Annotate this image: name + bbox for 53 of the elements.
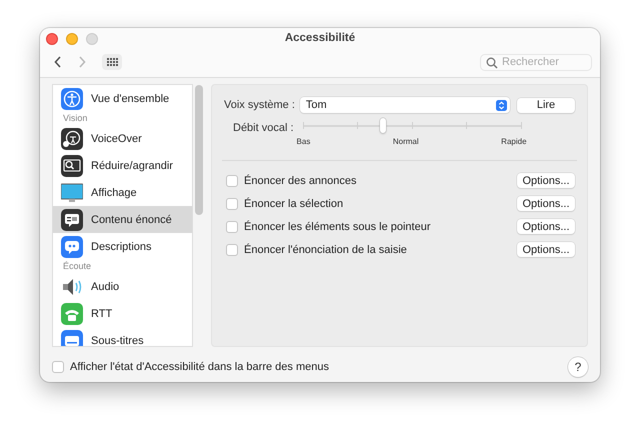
app-icon [61,182,83,204]
section-header: Écoute [62,260,92,273]
checkbox[interactable] [226,244,238,256]
zoom-button[interactable] [86,32,98,44]
checkbox[interactable] [226,198,238,210]
app-icon [61,208,83,230]
checkbox-label: Énoncer l'énonciation de la saisie [244,244,408,256]
voice-dropdown[interactable]: Tom [300,97,510,113]
app-icon [61,128,83,150]
back-icon [54,56,62,68]
sidebar-item[interactable]: Descriptions [53,233,192,260]
options-button[interactable]: Options... [517,173,575,188]
app-icon [61,236,83,258]
app-icon [61,154,83,176]
checkbox-label: Afficher l'état d'Accessibilité dans la barre des menus [70,361,330,373]
tick-label: Normal [392,137,419,146]
checkbox-label: Énoncer des annonces [244,174,358,186]
stepper-icon [496,100,507,110]
sidebar-item[interactable]: Sous-titres [53,327,192,346]
field-label: Voix système : [224,99,295,111]
search-field[interactable]: Rechercher [480,54,592,70]
options-button[interactable]: Options... [517,196,575,211]
checkbox-label: Énoncer les éléments sous le pointeur [244,220,432,232]
sidebar-item[interactable]: Contenu énoncé [53,206,192,233]
checkbox[interactable] [226,220,238,232]
field-label: Débit vocal : [233,122,294,134]
grid-icon [106,58,118,66]
play-button[interactable]: Lire [517,98,575,112]
checkbox[interactable] [226,174,238,186]
grid-view-button[interactable] [102,54,122,70]
options-button[interactable]: Options... [517,242,575,257]
minimize-button[interactable] [66,32,78,44]
tick-label: Rapide [501,137,527,146]
scrollbar[interactable] [195,85,203,215]
checkbox[interactable] [52,361,64,373]
app-icon [61,302,83,324]
app-icon [61,88,83,110]
sidebar-item[interactable]: VoiceOver [53,125,192,152]
close-button[interactable] [46,32,58,44]
checkbox-label: Énoncer la sélection [244,198,344,210]
help-button[interactable]: ? [568,357,588,377]
sidebar-item[interactable]: Vue d'ensemble [53,85,192,112]
sidebar-item[interactable]: Réduire/agrandir [53,152,192,179]
search-icon [486,56,498,68]
section-header: Vision [62,112,88,125]
tick-label: Bas [296,137,310,146]
forward-icon [78,56,86,68]
options-button[interactable]: Options... [517,219,575,234]
sidebar-item[interactable]: Affichage [53,179,192,206]
slider-thumb[interactable] [380,118,386,133]
sidebar-item[interactable]: Audio [53,273,192,300]
sidebar-item[interactable]: RTT [53,300,192,327]
window-title: Accessibilité [284,32,356,44]
